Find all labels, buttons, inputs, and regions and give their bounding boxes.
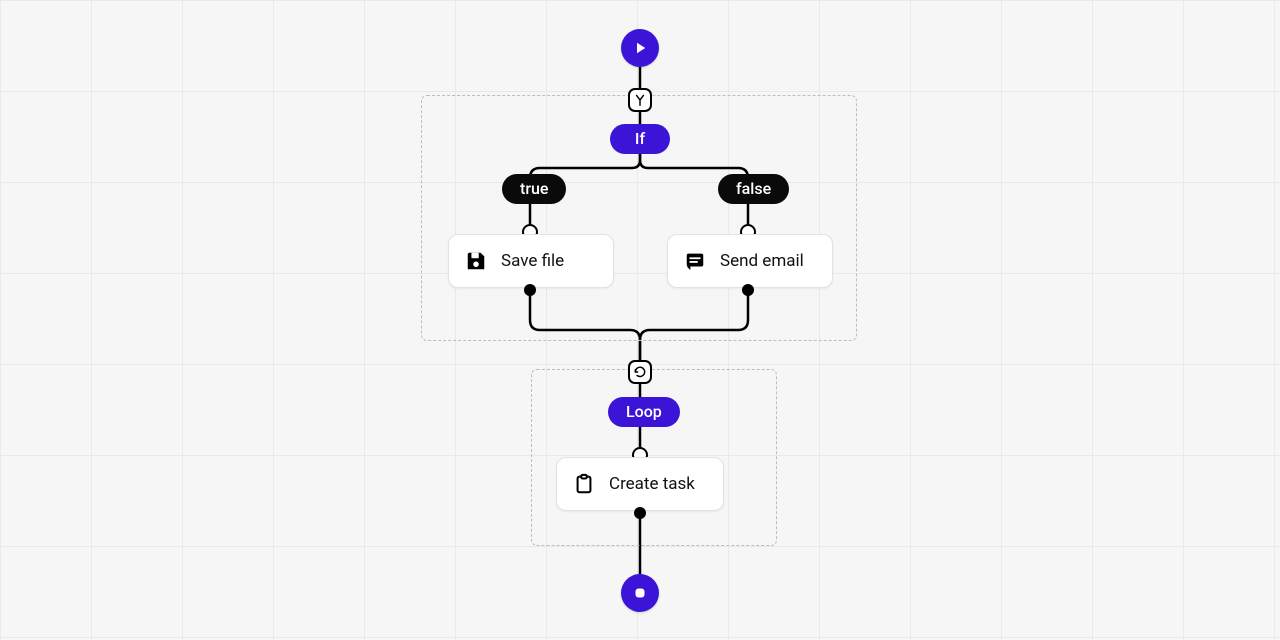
clipboard-icon: [573, 473, 595, 495]
loop-icon: [633, 365, 647, 379]
action-label: Create task: [609, 474, 695, 494]
save-icon: [465, 250, 487, 272]
start-node[interactable]: [621, 29, 659, 67]
end-node[interactable]: [621, 574, 659, 612]
false-pill[interactable]: false: [718, 174, 789, 204]
play-icon: [631, 39, 649, 57]
flow-canvas[interactable]: If true false Save file Send email: [0, 0, 1280, 640]
message-icon: [684, 250, 706, 272]
true-pill[interactable]: true: [502, 174, 566, 204]
true-label: true: [520, 179, 548, 198]
loop-label: Loop: [626, 402, 662, 421]
action-card-send-email[interactable]: Send email: [667, 234, 833, 288]
branch-icon: [633, 93, 647, 107]
false-label: false: [736, 179, 771, 198]
action-label: Save file: [501, 251, 564, 271]
branch-badge[interactable]: [628, 88, 652, 112]
if-pill[interactable]: If: [610, 124, 670, 154]
action-label: Send email: [720, 251, 804, 271]
output-port-create[interactable]: [634, 507, 646, 519]
output-port-save[interactable]: [524, 284, 536, 296]
action-card-create-task[interactable]: Create task: [556, 457, 724, 511]
loop-badge[interactable]: [628, 360, 652, 384]
stop-icon: [631, 584, 649, 602]
if-label: If: [635, 129, 645, 148]
loop-pill[interactable]: Loop: [608, 397, 680, 427]
action-card-save-file[interactable]: Save file: [448, 234, 614, 288]
output-port-send[interactable]: [742, 284, 754, 296]
